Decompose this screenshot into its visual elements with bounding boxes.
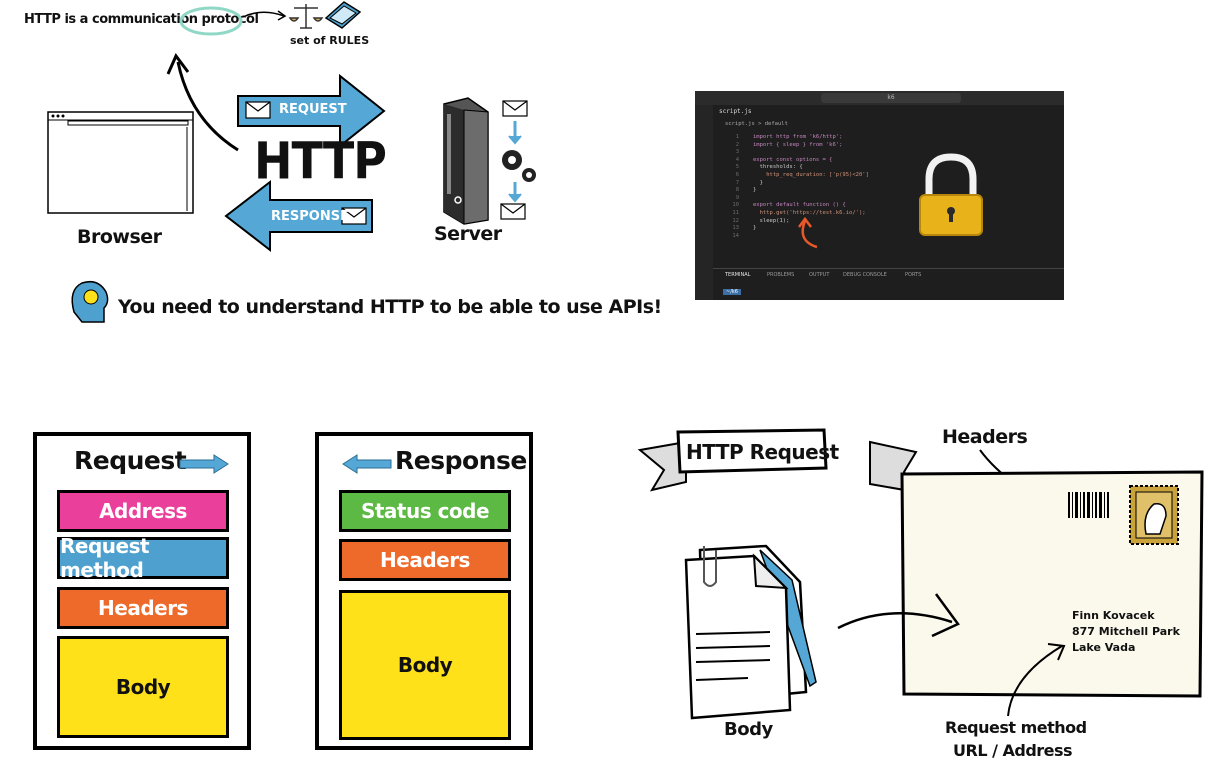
request-label: REQUEST (279, 102, 347, 117)
response-card: Response Status code Headers Body (315, 432, 533, 750)
response-label: RESPONSE (271, 209, 349, 224)
status-code-block: Status code (339, 490, 511, 532)
request-title: Request (74, 446, 187, 475)
address-line-street: 877 Mitchell Park (1072, 625, 1180, 638)
highlight-circle (179, 6, 243, 36)
address-line-name: Finn Kovacek (1072, 609, 1155, 622)
editor-overlay (798, 153, 983, 249)
server-icon (443, 97, 489, 225)
address-block: Address (57, 490, 229, 532)
address-line-city: Lake Vada (1072, 641, 1136, 654)
server-label: Server (434, 223, 502, 245)
headers-label: Headers (942, 426, 1028, 448)
headers-block: Headers (339, 539, 511, 581)
right-arrow-icon (179, 454, 229, 474)
envelope-icon (900, 470, 1204, 698)
padlock-icon (919, 153, 983, 236)
document-icon (684, 544, 817, 720)
scales-icon (288, 4, 324, 29)
response-title: Response (395, 446, 527, 475)
http-title: HTTP (254, 131, 387, 191)
server-envelope-in-icon (502, 100, 528, 117)
request-method-label: Request method (945, 718, 1087, 737)
code-editor-screenshot: k6 script.js script.js > default 1 import… (695, 91, 1064, 300)
rules-label: set of RULES (290, 34, 370, 47)
browser-label: Browser (77, 226, 162, 248)
request-card: Request Address Request method Headers B… (33, 432, 251, 750)
server-envelope-out-icon (500, 203, 526, 220)
body-label: Body (724, 719, 773, 740)
url-address-label: URL / Address (953, 741, 1073, 760)
request-method-block: Request method (57, 534, 229, 582)
body-block: Body (339, 590, 511, 740)
browser-window-icon (47, 111, 194, 214)
banner-title: HTTP Request (686, 440, 839, 464)
lightbulb-head-icon (71, 280, 109, 323)
understand-note: You need to understand HTTP to be able t… (118, 296, 662, 318)
book-icon (324, 1, 362, 29)
body-block: Body (57, 636, 229, 738)
stamp-icon (1129, 485, 1179, 545)
left-arrow-icon (342, 454, 392, 474)
arrow-to-rules (242, 11, 285, 18)
headers-block: Headers (57, 587, 229, 629)
gears-icon (502, 150, 536, 182)
